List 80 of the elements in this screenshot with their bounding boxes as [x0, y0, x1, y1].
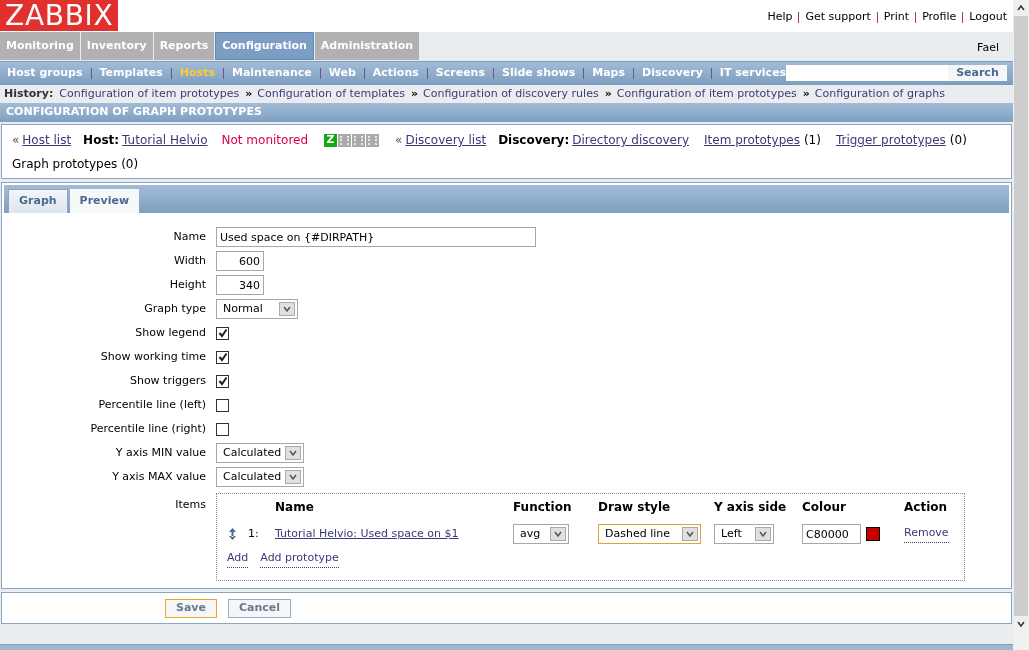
history-link[interactable]: Configuration of templates [257, 85, 405, 103]
select-field[interactable]: Left [714, 524, 774, 544]
form-button[interactable]: Save [165, 598, 217, 618]
discovery-list-link[interactable]: Discovery list [405, 131, 487, 149]
column-header: Name [275, 499, 315, 516]
field-label: Width [173, 252, 207, 269]
top-link[interactable]: Help [767, 8, 793, 26]
form-tab[interactable]: Graph [8, 189, 68, 213]
history-link[interactable]: Configuration of item prototypes [616, 85, 797, 103]
host-list-link[interactable]: Host list [22, 131, 72, 149]
graph-prototypes-count: Graph prototypes (0) [12, 156, 139, 173]
top-link[interactable]: Logout [969, 8, 1007, 26]
search-button[interactable]: Search [947, 65, 1007, 81]
breadcrumb-separator: » [245, 85, 253, 102]
search-field[interactable] [786, 65, 948, 81]
field-label: Show legend [134, 324, 207, 341]
availability-badge: Z [324, 133, 338, 147]
checkbox[interactable] [216, 326, 229, 340]
text-field[interactable]: 600 [216, 251, 264, 271]
host-label: Host: [83, 132, 120, 149]
column-header: Action [904, 499, 949, 516]
discovery-label: Discovery: [498, 132, 570, 149]
field-label: Show triggers [128, 372, 207, 389]
form-tab[interactable]: Preview [69, 189, 140, 213]
colour-swatch[interactable] [866, 527, 880, 541]
field-label: Name [172, 228, 207, 245]
select-field[interactable]: Calculated [216, 443, 304, 463]
item-number: 1: [248, 525, 259, 542]
page-title-bar: CONFIGURATION OF GRAPH PROTOTYPES [0, 103, 1013, 122]
top-link[interactable]: Profile [922, 8, 957, 26]
prototypes-link[interactable]: Trigger prototypes [835, 131, 946, 149]
select-field[interactable]: avg [513, 524, 569, 544]
scrollbar[interactable] [1013, 0, 1029, 650]
colour-field[interactable]: C80000 [802, 524, 861, 544]
field-label: Graph type [143, 300, 207, 317]
host-status: Not monitored [221, 132, 309, 149]
history-link[interactable]: Configuration of discovery rules [423, 85, 599, 103]
text-field[interactable]: Used space on {#DIRPATH} [216, 227, 536, 247]
history-link[interactable]: Configuration of graphs [814, 85, 945, 103]
select-field[interactable]: Dashed line [598, 524, 701, 544]
field-label: Percentile line (left) [97, 396, 207, 413]
add-link[interactable]: Add [227, 550, 249, 568]
history-label: History: [4, 85, 54, 102]
field-label: Items [174, 497, 207, 513]
field-label: Y axis MIN value [114, 444, 207, 461]
checkbox[interactable] [216, 374, 229, 388]
prototypes-count: (1) [803, 132, 821, 149]
back-mark: « [395, 132, 403, 149]
select-field[interactable]: Normal [216, 299, 298, 319]
field-label: Show working time [99, 348, 207, 365]
history-link[interactable]: Configuration of item prototypes [59, 85, 240, 103]
prototypes-link[interactable]: Item prototypes [704, 131, 800, 149]
column-header: Function [513, 499, 573, 516]
add-link[interactable]: Add prototype [260, 550, 339, 568]
breadcrumb-separator: » [802, 85, 810, 102]
top-link[interactable]: Get support [805, 8, 871, 26]
user-name: Fael [977, 40, 1000, 57]
breadcrumb-separator: » [604, 85, 612, 102]
column-header: Colour [802, 499, 847, 516]
back-mark: « [12, 132, 20, 149]
discovery-link[interactable]: Directory discovery [572, 131, 689, 149]
column-header: Draw style [598, 499, 672, 516]
field-label: Y axis MAX value [111, 468, 207, 485]
field-label: Percentile line (right) [89, 420, 207, 437]
field-label: Height [168, 276, 207, 293]
remove-link[interactable]: Remove [904, 525, 949, 543]
form-button[interactable]: Cancel [228, 598, 292, 618]
drag-handle-icon[interactable] [229, 528, 236, 540]
prototypes-count: (0) [949, 132, 967, 149]
select-field[interactable]: Calculated [216, 467, 304, 487]
breadcrumb-separator: » [410, 85, 419, 102]
top-link[interactable]: Print [883, 8, 910, 26]
checkbox[interactable] [216, 422, 229, 436]
text-field[interactable]: 340 [216, 275, 264, 295]
column-header: Y axis side [714, 499, 788, 516]
item-link[interactable]: Tutorial Helvio: Used space on $1 [275, 525, 459, 543]
host-link[interactable]: Tutorial Helvio [122, 131, 208, 149]
checkbox[interactable] [216, 398, 229, 412]
checkbox[interactable] [216, 350, 229, 364]
logo[interactable]: ZABBIX [0, 0, 119, 31]
